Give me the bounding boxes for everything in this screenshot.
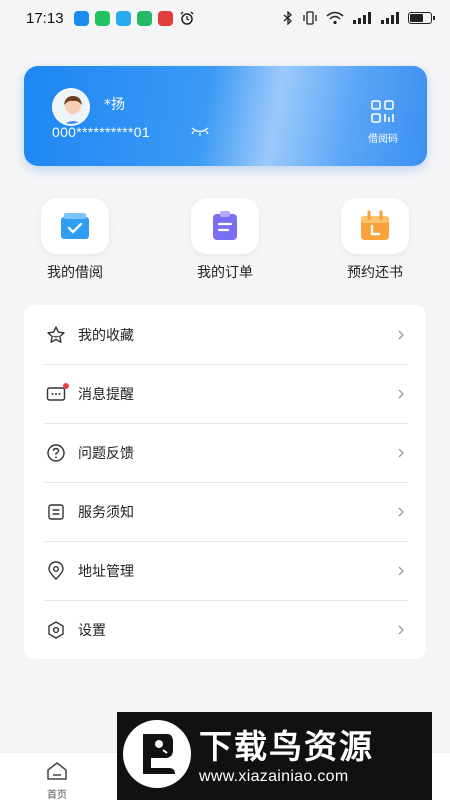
- alarm-icon: [180, 11, 194, 25]
- quick-label: 我的借阅: [47, 265, 103, 281]
- menu-item-settings[interactable]: 设置: [24, 600, 426, 659]
- bird-logo-icon: [143, 734, 175, 774]
- reserve-return-button[interactable]: 预约还书: [325, 198, 425, 282]
- menu-label: 地址管理: [78, 563, 134, 580]
- nav-item-home[interactable]: 首页: [27, 761, 87, 800]
- signal-icon: [381, 12, 399, 24]
- quick-icon-box: [191, 198, 259, 254]
- chevron-right-icon: [398, 448, 404, 457]
- menu-item-favorites[interactable]: 我的收藏: [24, 305, 426, 364]
- app-notification-icon: [157, 10, 173, 26]
- bluetooth-icon: [283, 11, 292, 25]
- menu-item-address[interactable]: 地址管理: [24, 541, 426, 600]
- notification-icons: [73, 10, 195, 26]
- wifi-icon: [326, 11, 344, 25]
- borrow-code-label: 借阅码: [368, 134, 398, 145]
- quick-icon-box: [341, 198, 409, 254]
- unread-badge: [63, 382, 69, 389]
- borrow-code-button[interactable]: 借阅码: [361, 100, 405, 145]
- quick-label: 我的订单: [197, 265, 253, 281]
- battery-icon: [408, 12, 435, 24]
- watermark-banner: 下载鸟资源 www.xiazainiao.com: [117, 712, 432, 800]
- message-notification-icon: [115, 10, 131, 26]
- wechat-notification-icon: [94, 10, 110, 26]
- chevron-right-icon: [398, 566, 404, 575]
- my-borrowing-button[interactable]: 我的借阅: [25, 198, 125, 282]
- quick-icon-box: [41, 198, 109, 254]
- chevron-right-icon: [398, 625, 404, 634]
- menu-label: 问题反馈: [78, 445, 134, 462]
- menu-item-service-notice[interactable]: 服务须知: [24, 482, 426, 541]
- menu-label: 服务须知: [78, 504, 134, 521]
- system-status: [282, 11, 435, 25]
- quick-actions: 我的借阅 我的订单 预约还书: [0, 198, 450, 288]
- menu-item-feedback[interactable]: 问题反馈: [24, 423, 426, 482]
- star-icon: [46, 325, 66, 345]
- avatar-icon: [54, 90, 88, 124]
- signal-icon: [353, 12, 371, 24]
- watermark-title: 下载鸟资源: [199, 727, 374, 766]
- watermark-url: www.xiazainiao.com: [199, 768, 349, 785]
- library-card-number: 000**********01: [52, 124, 150, 140]
- nav-label: 首页: [47, 790, 67, 800]
- qr-code-icon: [371, 100, 394, 123]
- avatar[interactable]: [52, 88, 90, 126]
- question-icon: [46, 443, 66, 463]
- menu-label: 设置: [78, 622, 106, 639]
- app-notification-icon: [73, 10, 89, 26]
- my-orders-button[interactable]: 我的订单: [175, 198, 275, 282]
- menu-item-messages[interactable]: 消息提醒: [24, 364, 426, 423]
- location-icon: [46, 560, 66, 581]
- settings-icon: [46, 620, 66, 640]
- app-notification-icon: [136, 10, 152, 26]
- status-bar: 17:13: [0, 0, 450, 36]
- book-check-icon: [61, 213, 89, 239]
- eye-closed-icon[interactable]: [190, 126, 210, 136]
- quick-label: 预约还书: [347, 265, 403, 281]
- home-icon: [47, 762, 67, 780]
- clipboard-icon: [213, 211, 237, 240]
- profile-card[interactable]: *扬 000**********01 借阅码: [24, 66, 427, 166]
- chevron-right-icon: [398, 507, 404, 516]
- menu-label: 消息提醒: [78, 386, 134, 403]
- menu-list: 我的收藏 消息提醒 问题反馈 服务须知 地址管理 设置: [24, 305, 426, 659]
- watermark-logo: [123, 720, 191, 788]
- message-icon: [46, 382, 69, 404]
- user-name: *扬: [104, 97, 125, 113]
- status-time: 17:13: [26, 9, 64, 27]
- chevron-right-icon: [398, 389, 404, 398]
- menu-label: 我的收藏: [78, 327, 134, 344]
- notice-icon: [46, 502, 66, 522]
- chevron-right-icon: [398, 330, 404, 339]
- vibrate-icon: [303, 11, 317, 25]
- calendar-icon: [361, 210, 389, 240]
